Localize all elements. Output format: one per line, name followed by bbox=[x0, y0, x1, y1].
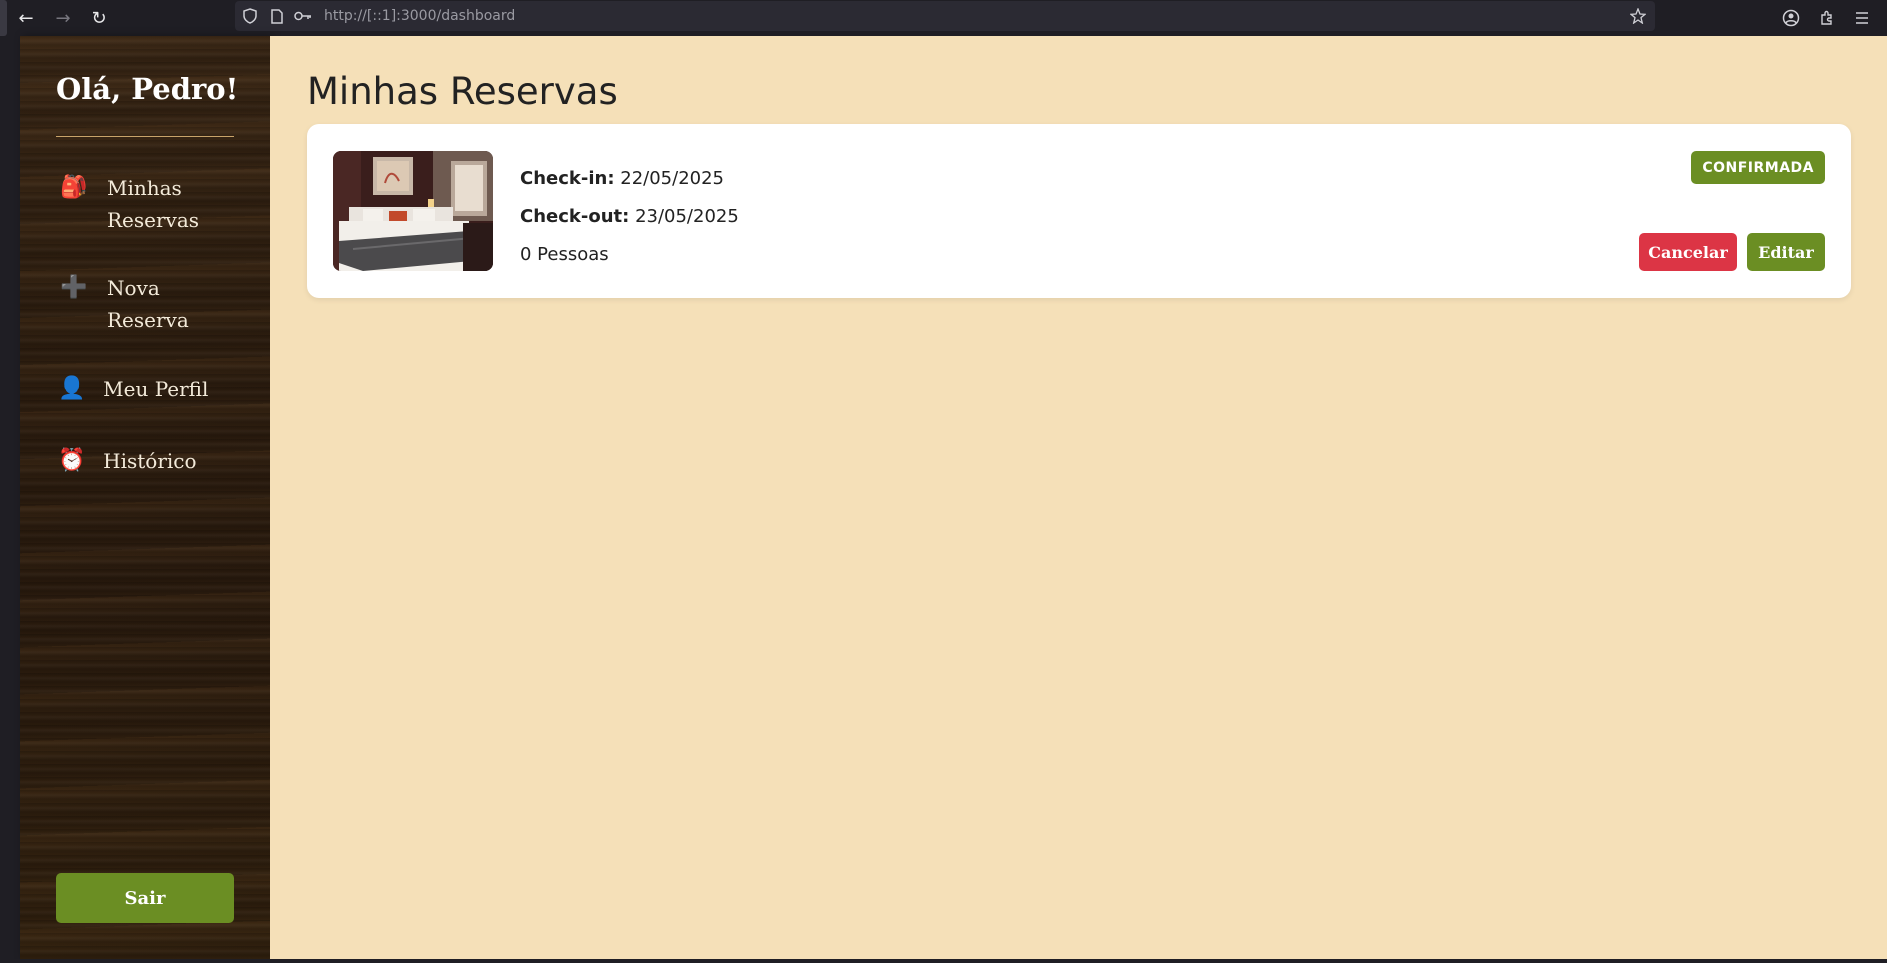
backpack-icon: 🎒 bbox=[60, 175, 88, 200]
sidebar-item-label: Nova Reserva bbox=[107, 276, 189, 332]
browser-toolbar: ← → ↻ http://[::1]:3000/dashboard bbox=[0, 0, 1887, 36]
sidebar-item-minhas-reservas[interactable]: 🎒 Minhas Reservas bbox=[56, 172, 246, 236]
page-icon bbox=[267, 6, 287, 26]
tab-strip-edge bbox=[0, 0, 7, 36]
sidebar-item-historico[interactable]: ⏰ Histórico bbox=[56, 445, 246, 477]
edit-button[interactable]: Editar bbox=[1747, 233, 1825, 271]
reload-icon[interactable]: ↻ bbox=[85, 4, 113, 32]
account-icon[interactable] bbox=[1777, 4, 1805, 32]
alarm-clock-icon: ⏰ bbox=[58, 448, 86, 473]
bottom-edge bbox=[0, 959, 1887, 963]
sidebar-item-label: Minhas Reservas bbox=[107, 176, 200, 232]
main-content: Minhas Reservas Check-in: 22/05/2025 Che… bbox=[270, 36, 1887, 959]
sidebar-item-meu-perfil[interactable]: 👤 Meu Perfil bbox=[56, 373, 246, 405]
page-title: Minhas Reservas bbox=[307, 70, 618, 113]
url-bar[interactable]: http://[::1]:3000/dashboard bbox=[235, 1, 1655, 31]
sidebar-item-label: Histórico bbox=[103, 449, 197, 473]
sidebar-divider bbox=[56, 136, 234, 137]
bookmark-star-icon[interactable] bbox=[1627, 5, 1649, 27]
status-badge: CONFIRMADA bbox=[1691, 151, 1825, 184]
sidebar: Olá, Pedro! 🎒 Minhas Reservas ➕ Nova Res… bbox=[20, 36, 270, 959]
plus-icon: ➕ bbox=[60, 275, 88, 300]
user-icon: 👤 bbox=[58, 376, 86, 401]
back-icon[interactable]: ← bbox=[12, 4, 40, 32]
reservation-info: Check-in: 22/05/2025 Check-out: 23/05/20… bbox=[520, 160, 739, 274]
window-edge bbox=[0, 36, 20, 959]
shield-icon[interactable] bbox=[240, 6, 260, 26]
checkin-row: Check-in: 22/05/2025 bbox=[520, 160, 739, 198]
cancel-button[interactable]: Cancelar bbox=[1639, 233, 1737, 271]
checkin-date: 22/05/2025 bbox=[620, 168, 725, 189]
room-photo bbox=[333, 151, 493, 271]
menu-icon[interactable] bbox=[1848, 4, 1876, 32]
checkout-row: Check-out: 23/05/2025 bbox=[520, 198, 739, 236]
reservation-card: Check-in: 22/05/2025 Check-out: 23/05/20… bbox=[307, 124, 1851, 298]
checkout-label: Check-out: bbox=[520, 206, 630, 227]
checkin-label: Check-in: bbox=[520, 168, 615, 189]
sidebar-item-nova-reserva[interactable]: ➕ Nova Reserva bbox=[56, 272, 246, 336]
greeting: Olá, Pedro! bbox=[56, 72, 239, 106]
forward-icon[interactable]: → bbox=[49, 4, 77, 32]
extensions-icon[interactable] bbox=[1813, 4, 1841, 32]
guests-count: 0 Pessoas bbox=[520, 244, 609, 265]
checkout-date: 23/05/2025 bbox=[635, 206, 739, 227]
url-text[interactable]: http://[::1]:3000/dashboard bbox=[324, 8, 515, 24]
key-icon[interactable] bbox=[293, 6, 313, 26]
sidebar-item-label: Meu Perfil bbox=[103, 377, 209, 401]
logout-button[interactable]: Sair bbox=[56, 873, 234, 923]
